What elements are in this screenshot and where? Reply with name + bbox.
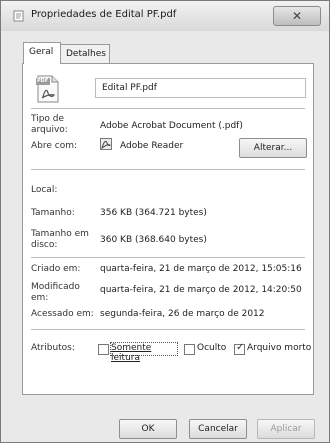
readonly-label: Somente leitura: [111, 343, 152, 363]
ok-button[interactable]: OK: [119, 419, 177, 439]
checkmark-icon: ✓: [236, 342, 245, 353]
separator: [31, 108, 305, 109]
pdf-file-icon: PDF: [36, 75, 60, 103]
file-properties-icon: [13, 10, 24, 22]
created-value: quarta-feira, 21 de março de 2012, 15:05…: [100, 264, 302, 274]
separator: [31, 257, 305, 258]
close-icon: ✕: [291, 9, 303, 23]
archive-checkbox-box[interactable]: ✓: [234, 342, 245, 355]
filename-value: Edital PF.pdf: [102, 83, 157, 93]
tab-detalhes[interactable]: Detalhes: [60, 44, 110, 63]
change-button[interactable]: Alterar...: [239, 138, 307, 158]
hidden-label: Oculto: [197, 343, 227, 353]
archive-label: Arquivo morto: [247, 343, 312, 353]
created-label: Criado em:: [31, 264, 81, 274]
size-on-disk-value: 360 KB (368.640 bytes): [100, 235, 207, 245]
size-value: 356 KB (364.721 bytes): [100, 208, 207, 218]
readonly-checkbox[interactable]: Somente leitura: [98, 342, 178, 363]
modified-value: quarta-feira, 21 de março de 2012, 14:20…: [100, 285, 302, 295]
close-button[interactable]: ✕: [273, 6, 321, 26]
opens-with-value: Adobe Reader: [120, 141, 184, 151]
cancel-button[interactable]: Cancelar: [189, 419, 247, 439]
size-label: Tamanho:: [31, 208, 75, 218]
opens-with-label: Abre com:: [31, 141, 78, 151]
archive-checkbox[interactable]: ✓ Arquivo morto: [234, 342, 312, 356]
apply-button[interactable]: Aplicar: [257, 419, 315, 439]
window-title: Propriedades de Edital PF.pdf: [31, 9, 177, 20]
type-value: Adobe Acrobat Document (.pdf): [100, 121, 243, 131]
properties-window: Propriedades de Edital PF.pdf ✕ Geral De…: [0, 0, 330, 443]
title-bar[interactable]: Propriedades de Edital PF.pdf ✕: [1, 1, 329, 31]
size-on-disk-label: Tamanho em disco:: [31, 229, 89, 250]
attributes-label: Atributos:: [31, 343, 75, 353]
filename-input[interactable]: Edital PF.pdf: [95, 78, 306, 98]
hidden-checkbox-box[interactable]: [184, 344, 195, 355]
hidden-checkbox[interactable]: Oculto: [184, 343, 234, 356]
pdf-icon-text: PDF: [37, 78, 49, 84]
accessed-value: segunda-feira, 26 de março de 2012: [100, 309, 265, 319]
location-label: Local:: [31, 185, 58, 195]
separator: [31, 169, 305, 170]
accessed-label: Acessado em:: [31, 309, 94, 319]
adobe-reader-icon: [100, 138, 112, 150]
readonly-checkbox-box[interactable]: [98, 344, 109, 355]
tab-geral[interactable]: Geral: [23, 42, 61, 64]
type-label: Tipo de arquivo:: [31, 114, 68, 135]
general-panel: PDF Edital PF.pdf Tipo de arquivo: Adobe…: [22, 63, 314, 395]
separator: [31, 329, 305, 330]
modified-label: Modificado em:: [31, 282, 80, 303]
